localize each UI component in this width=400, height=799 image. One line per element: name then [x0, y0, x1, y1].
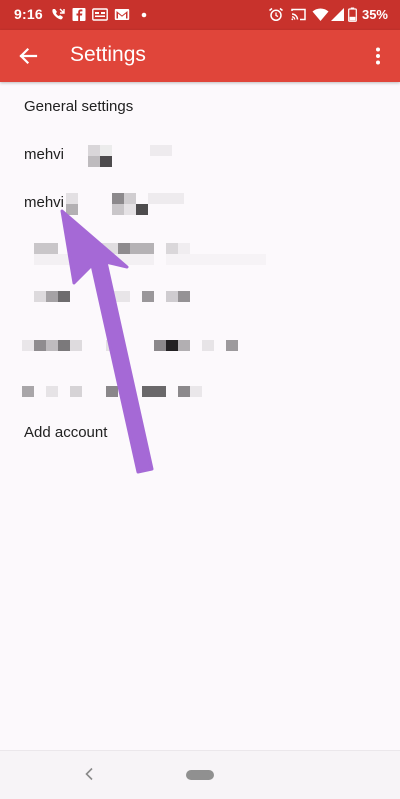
more-vert-icon	[376, 47, 380, 65]
overflow-menu-button[interactable]	[366, 40, 390, 72]
home-pill-icon[interactable]	[186, 770, 214, 780]
missed-call-icon	[52, 8, 65, 20]
news-icon	[92, 8, 108, 21]
signal-icon	[331, 8, 344, 21]
account-item-4[interactable]	[0, 272, 400, 318]
status-time: 9:16	[14, 6, 43, 22]
nav-back-button[interactable]	[78, 763, 100, 785]
app-bar: Settings	[0, 30, 400, 82]
account-item-5[interactable]	[0, 322, 400, 368]
general-settings-label: General settings	[24, 98, 134, 115]
back-button[interactable]	[12, 40, 44, 72]
settings-screen: 9:16 35% Settings General settings mehvi…	[0, 0, 400, 799]
navigation-bar	[0, 750, 400, 799]
nav-back-icon	[85, 767, 93, 781]
account-name: mehvi	[24, 146, 65, 163]
add-account-label: Add account	[24, 424, 108, 441]
facebook-icon	[72, 8, 86, 21]
status-bar: 9:16 35%	[0, 0, 400, 30]
add-account-item[interactable]: Add account	[0, 410, 400, 456]
general-settings-item[interactable]: General settings	[0, 84, 400, 130]
dot-icon	[141, 12, 147, 18]
arrow-back-icon	[19, 47, 38, 65]
cast-icon	[291, 8, 306, 21]
alarm-icon	[269, 7, 283, 22]
gmail-icon	[114, 9, 130, 20]
account-name: mehvi	[24, 194, 65, 211]
account-item-2[interactable]: mehvi	[0, 180, 400, 226]
battery-icon	[348, 7, 357, 22]
battery-percentage: 35%	[361, 7, 388, 22]
account-item-6[interactable]	[0, 368, 400, 414]
page-title: Settings	[70, 43, 146, 66]
account-item-1[interactable]: mehvi	[0, 132, 400, 178]
wifi-icon	[312, 8, 329, 21]
account-item-3[interactable]	[0, 226, 400, 272]
